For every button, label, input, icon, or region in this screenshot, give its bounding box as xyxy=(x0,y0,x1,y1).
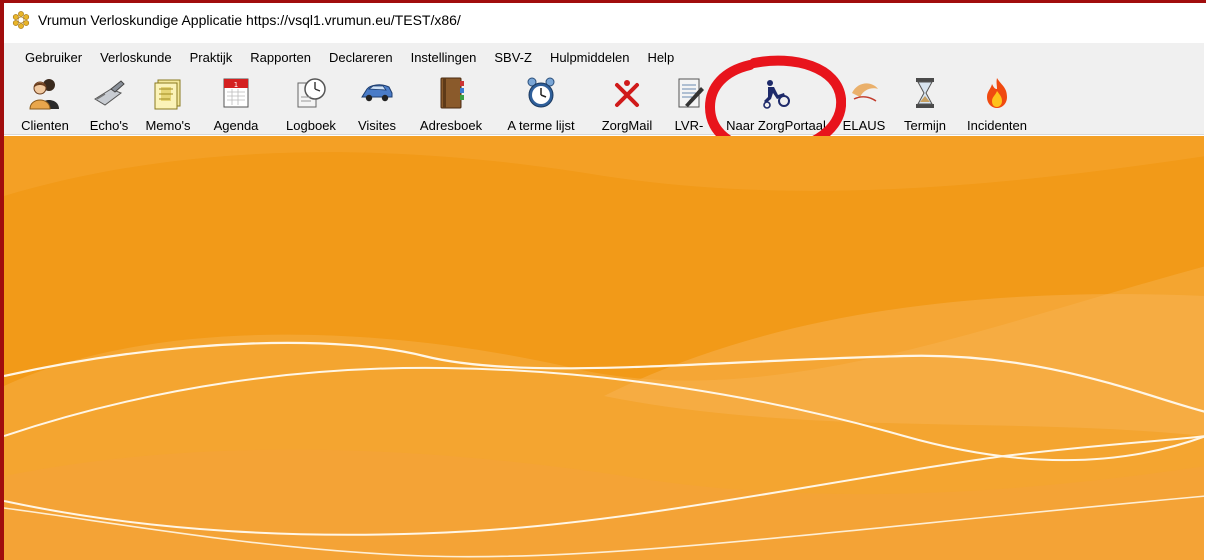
main-content-area xyxy=(4,136,1206,560)
toolbar: Clienten Echo's Memo's 1 Agenda Logboek … xyxy=(4,55,1206,157)
menu-sbv-z[interactable]: SBV-Z xyxy=(485,46,541,69)
window-title: Vrumun Verloskundige Applicatie https://… xyxy=(38,12,461,28)
zorgmail-icon xyxy=(607,73,647,113)
toolbar-label: Logboek xyxy=(286,118,336,133)
hourglass-icon xyxy=(905,73,945,113)
menu-hulpmiddelen[interactable]: Hulpmiddelen xyxy=(541,46,639,69)
toolbar-clienten-button[interactable]: Clienten xyxy=(16,73,74,133)
address-book-icon xyxy=(431,73,471,113)
svg-text:1: 1 xyxy=(234,81,238,89)
toolbar-lvr-button[interactable]: LVR- xyxy=(668,73,710,133)
title-bar: Vrumun Verloskundige Applicatie https://… xyxy=(4,3,1206,37)
menu-gebruiker[interactable]: Gebruiker xyxy=(16,46,91,69)
clock-document-icon xyxy=(291,73,331,113)
toolbar-label: LVR- xyxy=(674,118,704,133)
toolbar-memos-button[interactable]: Memo's xyxy=(140,73,196,133)
toolbar-label: Visites xyxy=(357,118,397,133)
menu-instellingen[interactable]: Instellingen xyxy=(402,46,486,69)
toolbar-adresboek-button[interactable]: Adresboek xyxy=(412,73,490,133)
toolbar-label: Clienten xyxy=(21,118,69,133)
toolbar-label: Incidenten xyxy=(967,118,1027,133)
toolbar-label: Agenda xyxy=(213,118,259,133)
calendar-icon: 1 xyxy=(216,73,256,113)
alarm-clock-icon xyxy=(521,73,561,113)
users-icon xyxy=(25,73,65,113)
toolbar-elaus-button[interactable]: ELAUS xyxy=(838,73,890,133)
menu-verloskunde[interactable]: Verloskunde xyxy=(91,46,181,69)
toolbar-label: Adresboek xyxy=(419,118,483,133)
fire-icon xyxy=(977,73,1017,113)
memo-icon xyxy=(148,73,188,113)
app-window: Vrumun Verloskundige Applicatie https://… xyxy=(0,0,1206,560)
ultrasound-icon xyxy=(89,73,129,113)
toolbar-label: ZorgMail xyxy=(601,118,653,133)
menu-rapporten[interactable]: Rapporten xyxy=(241,46,320,69)
wave-background xyxy=(4,136,1206,560)
toolbar-a-terme-lijst-button[interactable]: A terme lijst xyxy=(500,73,582,133)
elaus-icon xyxy=(844,73,884,113)
toolbar-label: A terme lijst xyxy=(507,118,575,133)
app-logo-icon xyxy=(12,11,30,29)
toolbar-logboek-button[interactable]: Logboek xyxy=(280,73,342,133)
toolbar-label: ELAUS xyxy=(842,118,886,133)
menu-help[interactable]: Help xyxy=(638,46,683,69)
toolbar-label: Termijn xyxy=(904,118,946,133)
toolbar-echos-button[interactable]: Echo's xyxy=(84,73,134,133)
menu-bar: Gebruiker Verloskunde Praktijk Rapporten… xyxy=(4,43,1206,71)
toolbar-agenda-button[interactable]: 1 Agenda xyxy=(208,73,264,133)
menu-praktijk[interactable]: Praktijk xyxy=(181,46,242,69)
toolbar-naar-zorgportaal-button[interactable]: Naar ZorgPortaal xyxy=(720,73,832,133)
toolbar-termijn-button[interactable]: Termijn xyxy=(900,73,950,133)
car-icon xyxy=(357,73,397,113)
toolbar-label: Memo's xyxy=(145,118,191,133)
toolbar-incidenten-button[interactable]: Incidenten xyxy=(960,73,1034,133)
toolbar-visites-button[interactable]: Visites xyxy=(352,73,402,133)
toolbar-label: Naar ZorgPortaal xyxy=(726,118,826,133)
document-pen-icon xyxy=(669,73,709,113)
toolbar-label: Echo's xyxy=(89,118,129,133)
toolbar-zorgmail-button[interactable]: ZorgMail xyxy=(594,73,660,133)
menu-declareren[interactable]: Declareren xyxy=(320,46,402,69)
zorgportaal-icon xyxy=(756,73,796,113)
